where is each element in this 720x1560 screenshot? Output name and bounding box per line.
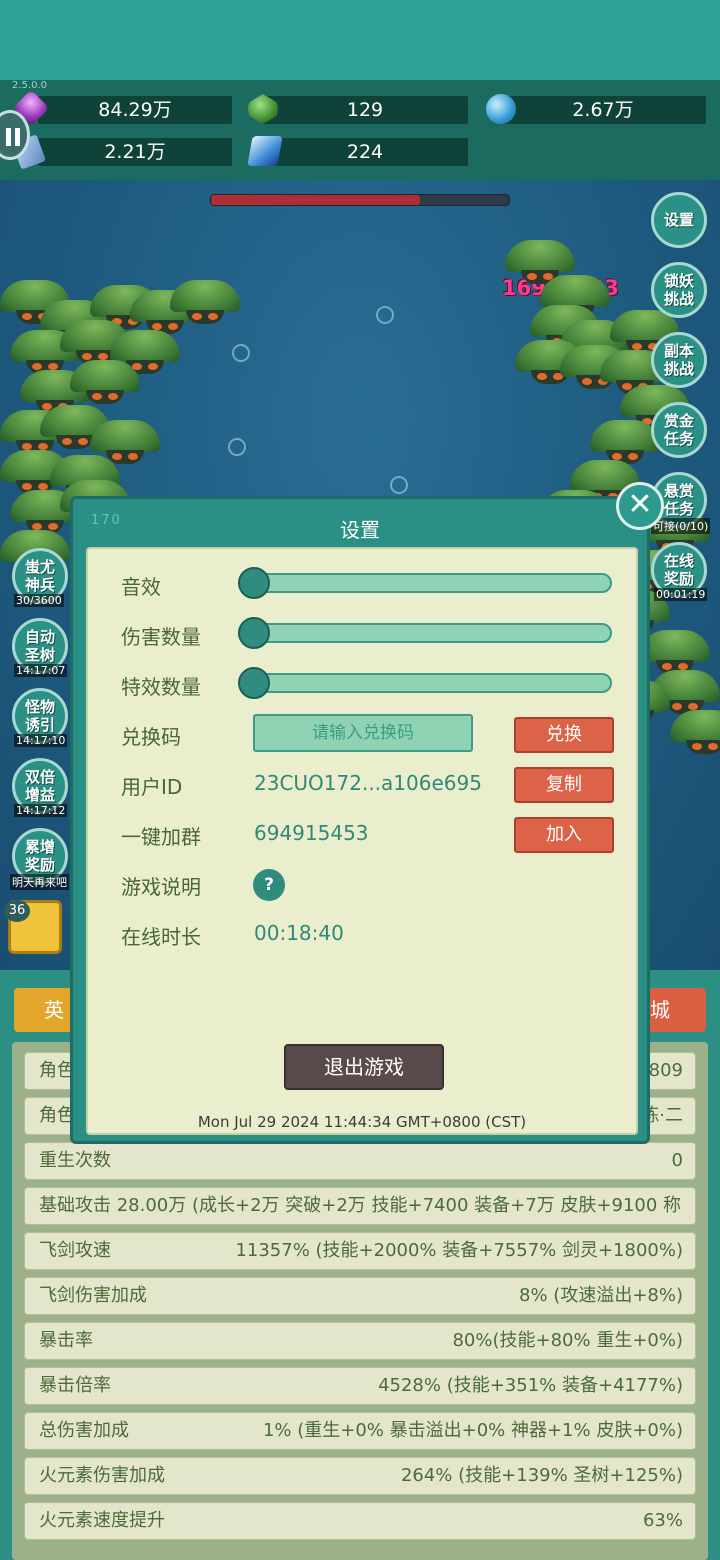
stat-key: 火元素伤害加成 [39,1465,165,1486]
bubble [376,306,394,324]
online-reward-timer: 00:01:19 [654,588,708,601]
join-button[interactable]: 加入 [514,817,614,853]
stat-row: 火元素速度提升 63% [24,1502,696,1540]
stat-key: 火元素速度提升 [39,1510,165,1531]
stat-row: 暴击率 80%(技能+80% 重生+0%) [24,1322,696,1360]
blue-shard-icon [247,136,283,166]
stat-key: 暴击倍率 [39,1375,111,1396]
resource-orbs: 2.67万 [500,96,706,124]
bubble [390,476,408,494]
redeem-code-input[interactable] [253,714,473,752]
stat-key: 总伤害加成 [39,1420,129,1441]
jellyfish-monster [70,360,140,410]
resource-gems: 84.29万 [38,96,232,124]
cumulative-reward-status: 明天再来吧 [10,874,69,890]
sound-slider[interactable] [250,573,612,593]
reward-task-status: 可接(0/10) [651,518,711,534]
dialog-title: 设置 [340,518,380,542]
stat-row: 基础攻击 28.00万 (成长+2万 突破+2万 技能+7400 装备+7万 皮… [24,1187,696,1252]
dungeon-challenge-button[interactable]: 副本 挑战 [651,332,707,388]
stat-value: 63% [642,1510,683,1531]
resource-crystals: 129 [262,96,468,124]
top-status-area [0,0,720,80]
stat-row: 火元素伤害加成 264% (技能+139% 圣树+125%) [24,1457,696,1495]
damage-count-slider[interactable] [250,623,612,643]
stat-value: 80%(技能+80% 重生+0%) [452,1330,683,1351]
stat-value: 1% (重生+0% 暴击溢出+0% 神器+1% 皮肤+0%) [262,1420,683,1441]
redeem-button[interactable]: 兑换 [514,717,614,753]
sound-slider-thumb[interactable] [238,567,270,599]
stat-row: 飞剑攻速 11357% (技能+2000% 装备+7557% 剑灵+1800%) [24,1232,696,1270]
skill-level-badge: 36 [4,900,30,922]
damage-count-label: 伤害数量 [121,625,201,649]
resource-shards: 224 [262,138,468,166]
user-id-value: 23CUO172...a106e695 [254,771,482,795]
bubble [232,344,250,362]
settings-dialog: 170 设置 音效 伤害数量 特效数量 兑换码 兑换 用户ID 23CUO172… [70,496,650,1144]
stat-key: 飞剑伤害加成 [39,1285,147,1306]
redeem-label: 兑换码 [121,725,181,749]
boss-hp-bar [210,194,510,206]
stat-row: 重生次数 0 [24,1142,696,1180]
damage-count-slider-thumb[interactable] [238,617,270,649]
effect-count-slider-thumb[interactable] [238,667,270,699]
bounty-task-button[interactable]: 赏金 任务 [651,402,707,458]
effect-count-label: 特效数量 [121,675,201,699]
blue-orb-icon [486,94,516,124]
exit-game-button[interactable]: 退出游戏 [284,1044,444,1090]
user-id-label: 用户ID [121,775,183,799]
stat-row: 总伤害加成 1% (重生+0% 暴击溢出+0% 神器+1% 皮肤+0%) [24,1412,696,1450]
version-label: 2.5.0.0 [12,80,47,91]
copy-button[interactable]: 复制 [514,767,614,803]
timestamp: Mon Jul 29 2024 11:44:34 GMT+0800 (CST) [197,1113,527,1131]
resource-books: 2.21万 [38,138,232,166]
close-icon[interactable]: ✕ [616,482,664,530]
group-label: 一键加群 [121,825,201,849]
lock-demon-challenge-button[interactable]: 锁妖 挑战 [651,262,707,318]
help-icon[interactable]: ? [253,869,285,901]
sound-label: 音效 [121,575,161,599]
jellyfish-monster [670,710,720,760]
stat-key: 飞剑攻速 [39,1240,111,1261]
online-time-label: 在线时长 [121,925,201,949]
settings-panel: 音效 伤害数量 特效数量 兑换码 兑换 用户ID 23CUO172...a106… [86,547,638,1135]
stat-key: 重生次数 [39,1150,111,1171]
stat-value: 8% (攻速溢出+8%) [519,1285,683,1306]
stat-value: 809 [648,1060,683,1081]
stat-value: 264% (技能+139% 圣树+125%) [400,1465,683,1486]
online-time-value: 00:18:40 [254,921,344,945]
stat-value: 4528% (技能+351% 装备+4177%) [378,1375,683,1396]
monster-lure-timer: 14:17:10 [14,734,68,747]
boss-hp-fill [211,195,420,205]
chiyou-weapon-count: 30/3600 [14,594,64,607]
stat-value: 11357% (技能+2000% 装备+7557% 剑灵+1800%) [235,1240,683,1261]
guide-label: 游戏说明 [121,875,201,899]
auto-tree-timer: 14:17:07 [14,664,68,677]
effect-count-slider[interactable] [250,673,612,693]
stat-value: 0 [671,1150,683,1171]
bubble [228,438,246,456]
stat-row: 飞剑伤害加成 8% (攻速溢出+8%) [24,1277,696,1315]
jellyfish-monster [170,280,240,330]
resource-bar: 84.29万 129 2.67万 2.21万 224 [0,80,720,180]
settings-button[interactable]: 设置 [651,192,707,248]
stat-row: 暴击倍率 4528% (技能+351% 装备+4177%) [24,1367,696,1405]
group-number: 694915453 [254,821,369,845]
stat-key: 暴击率 [39,1330,93,1351]
double-buff-timer: 14:17:12 [14,804,68,817]
